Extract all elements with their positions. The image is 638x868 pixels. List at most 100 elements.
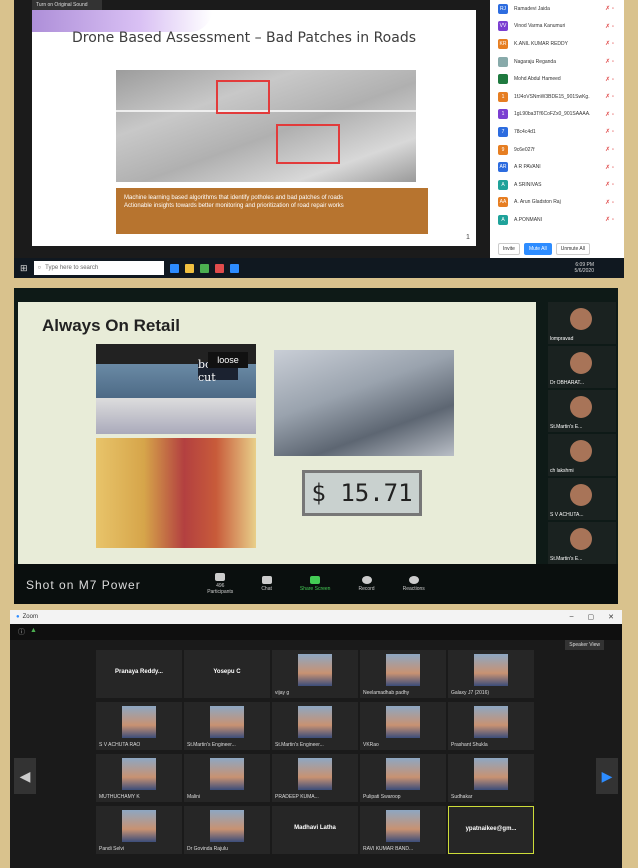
- participant-row[interactable]: VV Vinod Varma Kanumuri ✗ ▫: [490, 18, 624, 36]
- mic-muted-icon[interactable]: ✗ ▫: [605, 128, 614, 135]
- maximize-icon[interactable]: ▢: [588, 613, 595, 621]
- gallery-tile[interactable]: St.Martin's Engineer...: [184, 702, 270, 750]
- chrome-icon[interactable]: [214, 263, 224, 273]
- windows-start-icon[interactable]: ⊞: [20, 263, 28, 274]
- video-tile[interactable]: St.Martin's E...: [548, 390, 616, 432]
- participant-row[interactable]: A A.PONMANI ✗ ▫: [490, 211, 624, 229]
- mic-muted-icon[interactable]: ✗ ▫: [605, 146, 614, 153]
- lock-icon[interactable]: ▲: [30, 627, 37, 634]
- participant-name: A.PONMANI: [514, 216, 543, 223]
- unmute-all-button[interactable]: Unmute All: [555, 243, 590, 255]
- participant-row[interactable]: 7 78c4c4d1 ✗ ▫: [490, 123, 624, 141]
- participant-row[interactable]: AR A R PAVANI ✗ ▫: [490, 158, 624, 176]
- gallery-tile[interactable]: St.Martin's Engineer...: [272, 702, 358, 750]
- edge-icon[interactable]: [169, 263, 179, 273]
- mic-muted-icon[interactable]: ✗ ▫: [605, 199, 614, 206]
- mute-all-button[interactable]: Mute All: [523, 243, 552, 255]
- video-tile[interactable]: lompravad: [548, 302, 616, 344]
- participant-name: St.Martin's Engineer...: [275, 742, 324, 748]
- avatar: [498, 74, 508, 85]
- store-icon[interactable]: [199, 263, 209, 273]
- gallery-tile[interactable]: Prashant Shukla: [448, 702, 534, 750]
- participant-video: [298, 706, 332, 738]
- mic-muted-icon[interactable]: ✗ ▫: [605, 216, 614, 223]
- next-page-button[interactable]: ▶: [596, 758, 618, 794]
- mic-muted-icon[interactable]: ✗ ▫: [605, 164, 614, 171]
- info-icon[interactable]: ⓘ: [18, 627, 25, 637]
- invite-button[interactable]: Invite: [498, 243, 520, 255]
- gallery-tile[interactable]: Yosepu C: [184, 650, 270, 698]
- mic-muted-icon[interactable]: ✗ ▫: [605, 58, 614, 65]
- gallery-tile[interactable]: PRADEEP KUMA...: [272, 754, 358, 802]
- close-icon[interactable]: ✕: [608, 613, 614, 621]
- gallery-tile[interactable]: S V ACHUTA RAO: [96, 702, 182, 750]
- mic-muted-icon[interactable]: ✗ ▫: [605, 5, 614, 12]
- speaker-view-button[interactable]: Speaker View: [565, 640, 604, 650]
- share-screen-button[interactable]: Share Screen: [300, 576, 330, 592]
- gallery-tile[interactable]: Sudhakar: [448, 754, 534, 802]
- participant-row[interactable]: KR K.ANIL KUMAR REDDY ✗ ▫: [490, 35, 624, 53]
- gallery-tile[interactable]: Pulipati Swaroop: [360, 754, 446, 802]
- zoom-logo-icon: ●: [16, 614, 20, 620]
- mic-muted-icon[interactable]: ✗ ▫: [605, 40, 614, 47]
- participants-label: Participants: [207, 589, 234, 595]
- avatar: 1: [498, 109, 508, 120]
- gallery-tile[interactable]: VKRao: [360, 702, 446, 750]
- gallery-tile[interactable]: Neelamadhab padhy: [360, 650, 446, 698]
- record-icon: [361, 576, 372, 584]
- participant-name: Dr Govinda Rajulu: [187, 846, 228, 852]
- original-sound-toggle[interactable]: Turn on Original Sound: [32, 0, 102, 10]
- mic-muted-icon[interactable]: ✗ ▫: [605, 23, 614, 30]
- participant-row[interactable]: A A SRINIVAS ✗ ▫: [490, 176, 624, 194]
- gallery-tile[interactable]: RAVI KUMAR BAND...: [360, 806, 446, 854]
- participant-video: [570, 352, 592, 374]
- prev-page-button[interactable]: ◀: [14, 758, 36, 794]
- participant-row[interactable]: 1 1fJ4oVSNmW3BDE15_901SwKg... ✗ ▫: [490, 88, 624, 106]
- video-tile[interactable]: ch lakshmi: [548, 434, 616, 476]
- participant-name: S V ACHUTA...: [550, 512, 584, 518]
- mic-muted-icon[interactable]: ✗ ▫: [605, 181, 614, 188]
- zoom-gallery-screenshot: ● Zoom – ▢ ✕ ⓘ ▲ Speaker View ◀ ▶ Pranay…: [10, 610, 622, 868]
- taskbar-search[interactable]: ○ Type here to search: [33, 261, 164, 275]
- gallery-tile[interactable]: vijay g: [272, 650, 358, 698]
- slide-title: Always On Retail: [42, 316, 180, 335]
- gallery-tile[interactable]: Dr Govinda Rajulu: [184, 806, 270, 854]
- gallery-tile[interactable]: ypatnaikee@gm...: [448, 806, 534, 854]
- mic-muted-icon[interactable]: ✗ ▫: [605, 93, 614, 100]
- gallery-tile[interactable]: Madhavi Latha: [272, 806, 358, 854]
- gallery-tile[interactable]: Pranaya Reddy...: [96, 650, 182, 698]
- grocery-shelf-image: [96, 438, 256, 548]
- gallery-tile[interactable]: Pandi Selvi: [96, 806, 182, 854]
- participant-name: Dr OBHARAT...: [550, 380, 585, 386]
- participant-row[interactable]: Nagaraju Reganda ✗ ▫: [490, 53, 624, 71]
- participant-row[interactable]: 1 1gL90ba3Tf6CoFZx0_901SAAAA... ✗ ▫: [490, 106, 624, 124]
- gallery-tile[interactable]: MUTHUCHAMY K: [96, 754, 182, 802]
- gallery-tile[interactable]: Galaxy J7 (2016): [448, 650, 534, 698]
- video-tile[interactable]: St.Martin's E...: [548, 522, 616, 564]
- record-button[interactable]: Record: [358, 576, 375, 592]
- participant-actions: Invite Mute All Unmute All: [490, 240, 624, 258]
- video-tile[interactable]: S V ACHUTA...: [548, 478, 616, 520]
- gallery-grid: Pranaya Reddy... Yosepu C vijay g Neelamadh…: [96, 650, 536, 868]
- mic-muted-icon[interactable]: ✗ ▫: [605, 76, 614, 83]
- participant-row[interactable]: AA A. Arun Gladston Raj ✗ ▫: [490, 194, 624, 212]
- participant-row[interactable]: RJ Ramadevi Jaida ✗ ▫: [490, 0, 624, 18]
- folder-icon[interactable]: [184, 263, 194, 273]
- chat-button[interactable]: Chat: [261, 576, 272, 592]
- clock-date: 5/6/2020: [574, 268, 594, 274]
- participants-button[interactable]: 496 Participants: [207, 573, 233, 595]
- gallery-tile[interactable]: Malini: [184, 754, 270, 802]
- avatar: AR: [498, 162, 508, 173]
- participant-name: 78c4c4d1: [514, 128, 536, 135]
- participants-icon: [215, 573, 226, 581]
- minimize-icon[interactable]: –: [570, 613, 574, 621]
- video-tile[interactable]: Dr OBHARAT...: [548, 346, 616, 388]
- participant-row[interactable]: Mohd Abdul Hameed ✗ ▫: [490, 70, 624, 88]
- mic-muted-icon[interactable]: ✗ ▫: [605, 111, 614, 118]
- participant-display-name: Yosepu C: [213, 669, 241, 675]
- participant-row[interactable]: 9 9c6e027f ✗ ▫: [490, 141, 624, 159]
- chat-icon: [261, 576, 272, 584]
- participant-name: PRADEEP KUMA...: [275, 794, 319, 800]
- zoom-app-icon[interactable]: [229, 263, 239, 273]
- reactions-button[interactable]: Reactions: [403, 576, 425, 592]
